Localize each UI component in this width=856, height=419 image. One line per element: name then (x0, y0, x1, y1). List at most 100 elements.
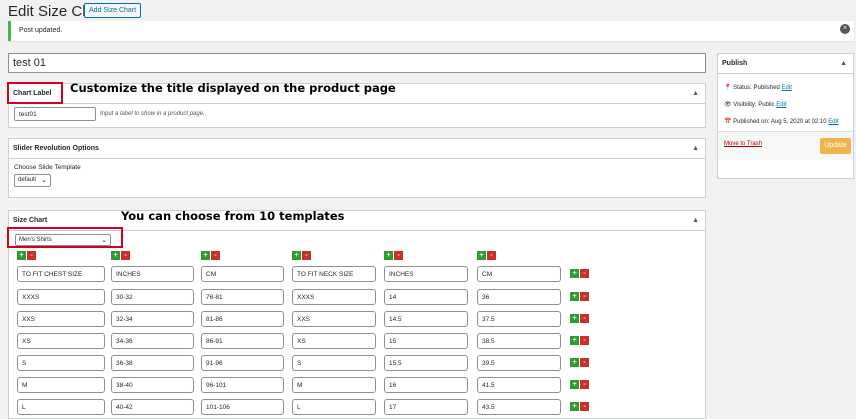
table-cell-input[interactable]: 76-81 (201, 289, 284, 305)
chart-label-input[interactable] (14, 107, 96, 121)
add-column-icon[interactable]: + (201, 251, 210, 260)
chevron-down-icon: ⌄ (41, 177, 47, 184)
table-cell-input[interactable]: 15 (384, 333, 468, 349)
table-cell-input[interactable]: 36 (477, 289, 561, 305)
column-add-remove-controls: + - (477, 251, 496, 260)
table-cell-input[interactable]: S (292, 355, 376, 371)
collapse-arrow-icon[interactable]: ▲ (692, 217, 699, 224)
table-cell-input[interactable]: 14.5 (384, 311, 468, 327)
remove-row-icon[interactable]: - (580, 380, 589, 389)
table-cell-input[interactable]: 32-34 (111, 311, 194, 327)
add-column-icon[interactable]: + (477, 251, 486, 260)
header-cell-input[interactable]: TO FIT CHEST SIZE (17, 266, 105, 282)
table-cell-input[interactable]: XXXS (17, 289, 105, 305)
table-cell-input[interactable]: 86-91 (201, 333, 284, 349)
remove-column-icon[interactable]: - (394, 251, 403, 260)
slide-template-label: Choose Slide Template (14, 164, 81, 171)
publish-actions: Move to Trash Update (718, 131, 853, 160)
add-row-icon[interactable]: + (570, 336, 579, 345)
table-cell-input[interactable]: L (292, 399, 376, 415)
column-add-remove-controls: + - (384, 251, 403, 260)
add-row-icon[interactable]: + (570, 314, 579, 323)
template-select-highlight (7, 227, 123, 248)
remove-column-icon[interactable]: - (27, 251, 36, 260)
table-cell-input[interactable]: 37.5 (477, 311, 561, 327)
chart-label-hint: Input a label to show in a product page. (100, 111, 205, 117)
table-cell-input[interactable]: L (17, 399, 105, 415)
edit-visibility-link[interactable]: Edit (776, 102, 786, 108)
remove-column-icon[interactable]: - (487, 251, 496, 260)
edit-status-link[interactable]: Edit (782, 85, 792, 91)
table-cell-input[interactable]: 81-86 (201, 311, 284, 327)
table-cell-input[interactable]: 38-40 (111, 377, 194, 393)
table-cell-input[interactable]: M (17, 377, 105, 393)
remove-column-icon[interactable]: - (121, 251, 130, 260)
add-column-icon[interactable]: + (17, 251, 26, 260)
add-column-icon[interactable]: + (292, 251, 301, 260)
slider-revolution-header[interactable]: Slider Revolution Options ▲ (9, 139, 705, 159)
add-row-icon[interactable]: + (570, 292, 579, 301)
table-cell-input[interactable]: XS (17, 333, 105, 349)
table-cell-input[interactable]: 96-101 (201, 377, 284, 393)
remove-row-icon[interactable]: - (580, 314, 589, 323)
table-cell-input[interactable]: 34-36 (111, 333, 194, 349)
row-add-remove-controls: + - (570, 380, 589, 389)
table-cell-input[interactable]: S (17, 355, 105, 371)
row-add-remove-controls: + - (570, 292, 589, 301)
table-cell-input[interactable]: 41.5 (477, 377, 561, 393)
table-cell-input[interactable]: XXXS (292, 289, 376, 305)
header-cell-input[interactable]: INCHES (384, 266, 468, 282)
remove-column-icon[interactable]: - (302, 251, 311, 260)
row-add-remove-controls: + - (570, 336, 589, 345)
table-cell-input[interactable]: XS (292, 333, 376, 349)
header-cell-input[interactable]: INCHES (111, 266, 194, 282)
add-column-icon[interactable]: + (111, 251, 120, 260)
table-cell-input[interactable]: 36-38 (111, 355, 194, 371)
table-cell-input[interactable]: M (292, 377, 376, 393)
remove-row-icon[interactable]: - (580, 292, 589, 301)
table-cell-input[interactable]: 30-32 (111, 289, 194, 305)
post-title-input[interactable] (8, 53, 706, 73)
add-row-icon[interactable]: + (570, 402, 579, 411)
update-button[interactable]: Update (820, 138, 851, 154)
table-cell-input[interactable]: 16 (384, 377, 468, 393)
table-cell-input[interactable]: 101-106 (201, 399, 284, 415)
remove-row-icon[interactable]: - (580, 358, 589, 367)
add-size-chart-button[interactable]: Add Size Chart (84, 3, 142, 18)
remove-column-icon[interactable]: - (211, 251, 220, 260)
visibility-row: 👁 Visibility: Public Edit (724, 102, 787, 108)
dismiss-notice-icon[interactable]: × (840, 24, 850, 34)
remove-row-icon[interactable]: - (580, 336, 589, 345)
table-cell-input[interactable]: 91-96 (201, 355, 284, 371)
collapse-arrow-icon[interactable]: ▲ (692, 145, 699, 152)
add-row-icon[interactable]: + (570, 269, 579, 278)
collapse-arrow-icon[interactable]: ▲ (840, 60, 847, 67)
table-cell-input[interactable]: XXS (292, 311, 376, 327)
add-row-icon[interactable]: + (570, 358, 579, 367)
table-cell-input[interactable]: 39.5 (477, 355, 561, 371)
header-cell-input[interactable]: CM (477, 266, 561, 282)
table-cell-input[interactable]: 15.5 (384, 355, 468, 371)
row-add-remove-controls: + - (570, 358, 589, 367)
move-to-trash-link[interactable]: Move to Trash (724, 141, 762, 147)
table-cell-input[interactable]: 17 (384, 399, 468, 415)
table-cell-input[interactable]: 40-42 (111, 399, 194, 415)
collapse-arrow-icon[interactable]: ▲ (692, 90, 699, 97)
table-cell-input[interactable]: 38.5 (477, 333, 561, 349)
header-cell-input[interactable]: TO FIT NECK SIZE (292, 266, 376, 282)
table-cell-input[interactable]: 43.5 (477, 399, 561, 415)
publish-title: Publish (722, 60, 748, 67)
remove-row-icon[interactable]: - (580, 402, 589, 411)
publish-header[interactable]: Publish ▲ (718, 54, 853, 74)
header-cell-input[interactable]: CM (201, 266, 284, 282)
size-chart-title: Size Chart (13, 217, 48, 224)
add-column-icon[interactable]: + (384, 251, 393, 260)
row-add-remove-controls: + - (570, 402, 589, 411)
table-cell-input[interactable]: XXS (17, 311, 105, 327)
add-row-icon[interactable]: + (570, 380, 579, 389)
slide-template-select[interactable]: default ⌄ (14, 174, 51, 187)
table-cell-input[interactable]: 14 (384, 289, 468, 305)
edit-date-link[interactable]: Edit (828, 119, 838, 125)
templates-annotation: You can choose from 10 templates (121, 209, 345, 223)
remove-row-icon[interactable]: - (580, 269, 589, 278)
